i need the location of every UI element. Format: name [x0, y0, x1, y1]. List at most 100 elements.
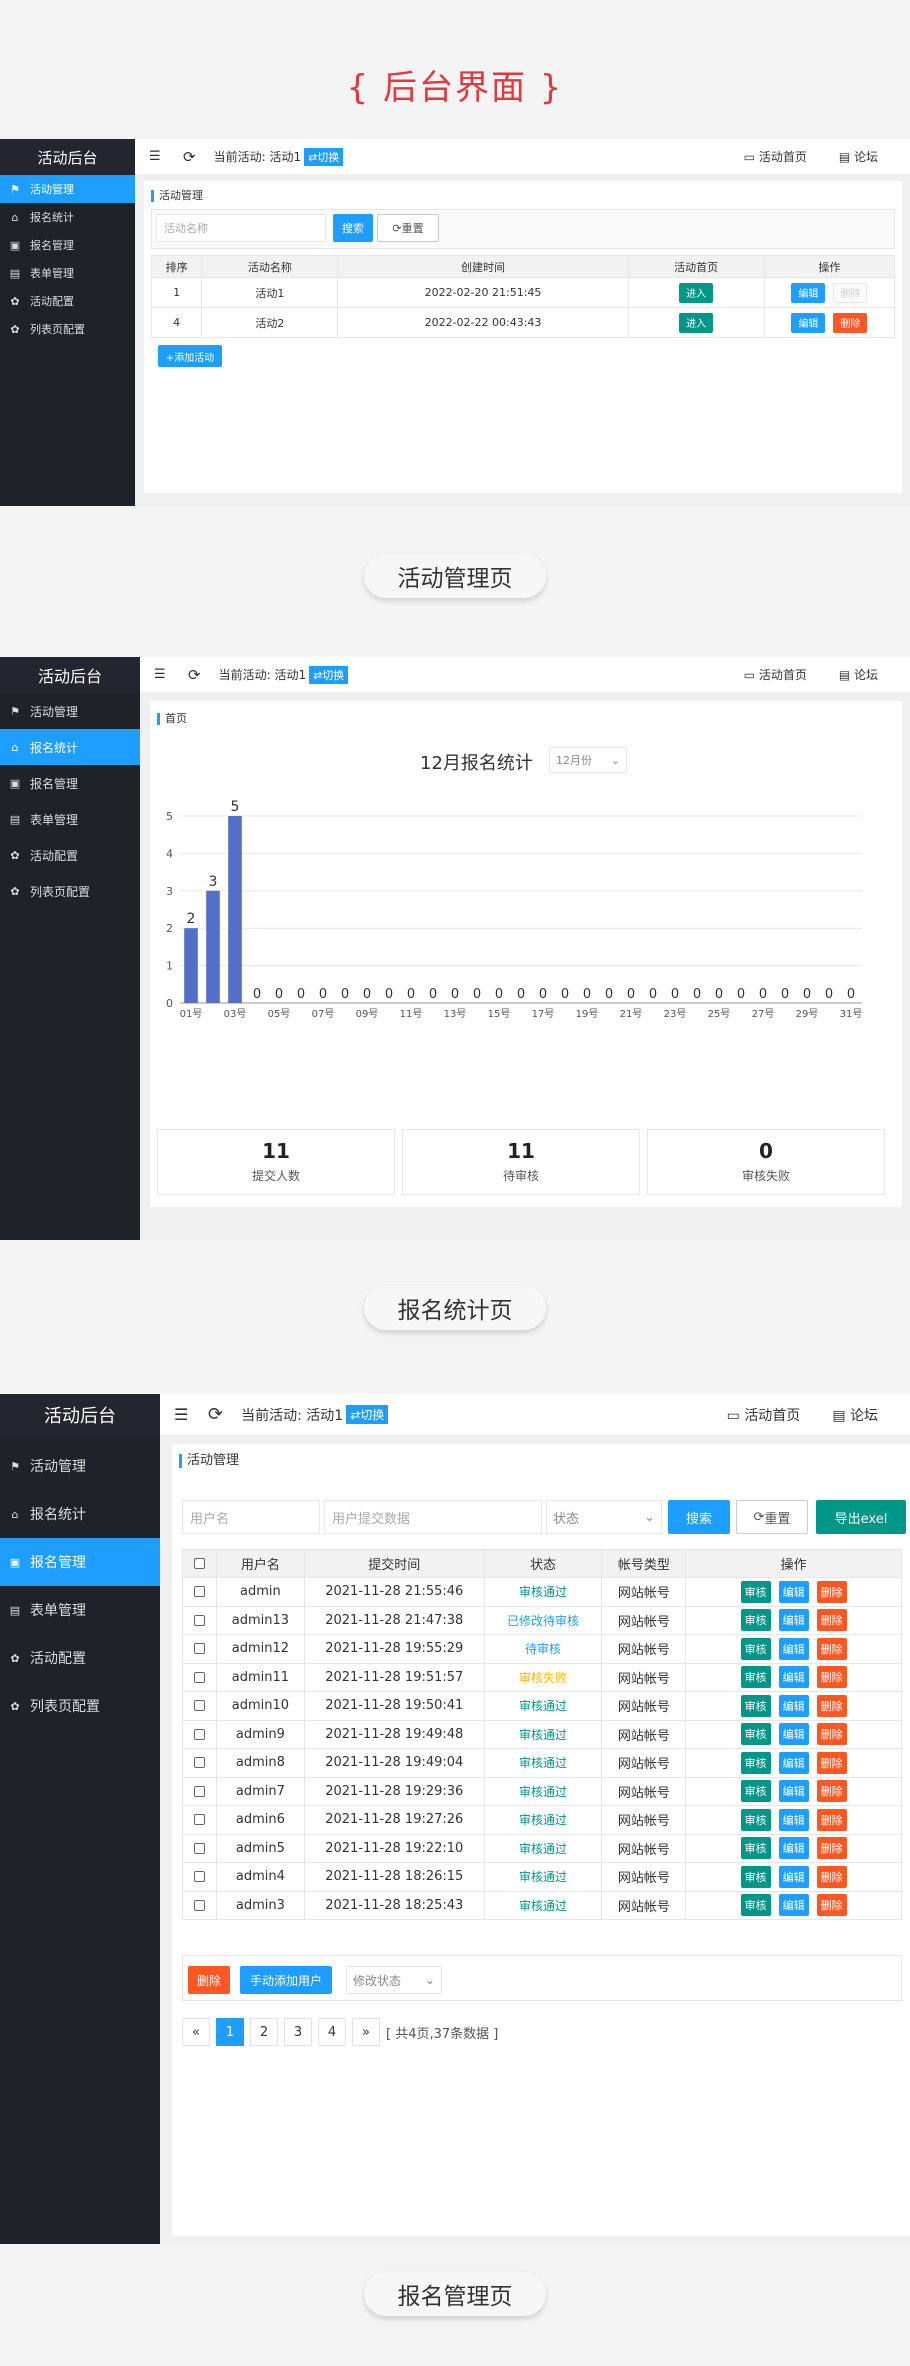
search-button[interactable]: 搜索 [333, 214, 373, 242]
sidebar-item-3[interactable]: ▤ 表单管理 [0, 259, 135, 287]
audit-button[interactable]: 审核 [740, 1666, 771, 1689]
page-button-2[interactable]: 2 [250, 2018, 278, 2046]
switch-button[interactable]: ⇄切换 [346, 1405, 389, 1424]
activity-home-link[interactable]: ▭ 活动首页 [727, 1405, 817, 1425]
add-activity-button[interactable]: +添加活动 [158, 345, 222, 367]
audit-button[interactable]: 审核 [740, 1837, 771, 1860]
refresh-icon[interactable]: ⟳ [208, 1404, 223, 1425]
activity-home-link[interactable]: ▭ 活动首页 [744, 148, 823, 165]
row-checkbox[interactable] [193, 1614, 205, 1626]
edit-button[interactable]: 编辑 [791, 312, 826, 333]
page-button-1[interactable]: 1 [216, 2018, 244, 2046]
audit-button[interactable]: 审核 [740, 1637, 771, 1660]
refresh-icon[interactable]: ⟳ [183, 148, 196, 166]
page-button-4[interactable]: 4 [318, 2018, 346, 2046]
prev-page-button[interactable]: « [182, 2018, 210, 2046]
delete-button[interactable]: 删除 [816, 1580, 847, 1603]
edit-button[interactable]: 编辑 [778, 1751, 809, 1774]
edit-button[interactable]: 编辑 [778, 1609, 809, 1632]
edit-button[interactable]: 编辑 [778, 1666, 809, 1689]
delete-button[interactable]: 删除 [816, 1751, 847, 1774]
sidebar-item-2[interactable]: ▣ 报名管理 [0, 231, 135, 259]
switch-button[interactable]: ⇄切换 [309, 665, 349, 684]
row-checkbox[interactable] [193, 1728, 205, 1740]
delete-button[interactable]: 删除 [816, 1837, 847, 1860]
audit-button[interactable]: 审核 [740, 1609, 771, 1632]
row-checkbox[interactable] [193, 1671, 205, 1683]
forum-link[interactable]: ▤ 论坛 [839, 666, 894, 683]
select-all-checkbox[interactable] [193, 1558, 205, 1569]
audit-button[interactable]: 审核 [740, 1723, 771, 1746]
edit-button[interactable]: 编辑 [778, 1894, 809, 1917]
sidebar-item-5[interactable]: ✿ 列表页配置 [0, 315, 135, 343]
audit-button[interactable]: 审核 [740, 1894, 771, 1917]
audit-button[interactable]: 审核 [740, 1808, 771, 1831]
sidebar-item-2[interactable]: ▣ 报名管理 [0, 1538, 160, 1586]
sidebar-item-0[interactable]: ⚑ 活动管理 [0, 693, 140, 729]
audit-button[interactable]: 审核 [740, 1865, 771, 1888]
sidebar-item-1[interactable]: ⌂ 报名统计 [0, 729, 140, 765]
delete-button[interactable]: 删除 [816, 1894, 847, 1917]
sidebar-item-3[interactable]: ▤ 表单管理 [0, 1586, 160, 1634]
activity-home-link[interactable]: ▭ 活动首页 [744, 666, 823, 683]
bulk-delete-button[interactable]: 删除 [188, 1966, 230, 1994]
edit-button[interactable]: 编辑 [778, 1580, 809, 1603]
status-select[interactable]: 状态 ⌄ [546, 1500, 662, 1534]
edit-button[interactable]: 编辑 [778, 1694, 809, 1717]
next-page-button[interactable]: » [352, 2018, 380, 2046]
month-select[interactable]: 12月份 ⌄ [549, 747, 627, 773]
menu-toggle-icon[interactable]: ☰ [154, 667, 168, 682]
delete-button[interactable]: 删除 [833, 312, 868, 333]
user-data-input[interactable]: 用户提交数据 [324, 1500, 542, 1534]
edit-button[interactable]: 编辑 [778, 1837, 809, 1860]
audit-button[interactable]: 审核 [740, 1780, 771, 1803]
audit-button[interactable]: 审核 [740, 1751, 771, 1774]
delete-button[interactable]: 删除 [816, 1694, 847, 1717]
menu-toggle-icon[interactable]: ☰ [174, 1405, 188, 1424]
menu-toggle-icon[interactable]: ☰ [149, 149, 163, 164]
row-checkbox[interactable] [193, 1871, 205, 1883]
reset-button[interactable]: ⟳ 重置 [736, 1500, 808, 1534]
sidebar-item-5[interactable]: ✿ 列表页配置 [0, 1682, 160, 1730]
row-checkbox[interactable] [193, 1785, 205, 1797]
row-checkbox[interactable] [193, 1700, 205, 1712]
sidebar-item-5[interactable]: ✿ 列表页配置 [0, 873, 140, 909]
edit-button[interactable]: 编辑 [778, 1808, 809, 1831]
sidebar-item-0[interactable]: ⚑ 活动管理 [0, 175, 135, 203]
reset-button[interactable]: ⟳ 重置 [377, 214, 439, 242]
switch-button[interactable]: ⇄切换 [304, 147, 344, 166]
username-input[interactable]: 用户名 [182, 1500, 320, 1534]
manual-add-user-button[interactable]: 手动添加用户 [240, 1966, 332, 1994]
row-checkbox[interactable] [193, 1586, 205, 1598]
row-checkbox[interactable] [193, 1899, 205, 1911]
enter-button[interactable]: 进入 [679, 312, 714, 333]
sidebar-item-1[interactable]: ⌂ 报名统计 [0, 203, 135, 231]
edit-button[interactable]: 编辑 [778, 1780, 809, 1803]
sidebar-item-4[interactable]: ✿ 活动配置 [0, 837, 140, 873]
export-button[interactable]: 导出exel [816, 1500, 906, 1534]
row-checkbox[interactable] [193, 1814, 205, 1826]
enter-button[interactable]: 进入 [679, 282, 714, 303]
delete-button[interactable]: 删除 [816, 1609, 847, 1632]
delete-button[interactable]: 删除 [816, 1865, 847, 1888]
sidebar-item-4[interactable]: ✿ 活动配置 [0, 287, 135, 315]
row-checkbox[interactable] [193, 1842, 205, 1854]
delete-button[interactable]: 删除 [816, 1666, 847, 1689]
edit-button[interactable]: 编辑 [778, 1723, 809, 1746]
search-button[interactable]: 搜索 [668, 1500, 730, 1534]
delete-button[interactable]: 删除 [816, 1723, 847, 1746]
sidebar-item-2[interactable]: ▣ 报名管理 [0, 765, 140, 801]
forum-link[interactable]: ▤ 论坛 [832, 1405, 894, 1425]
delete-button[interactable]: 删除 [816, 1637, 847, 1660]
sidebar-item-0[interactable]: ⚑ 活动管理 [0, 1442, 160, 1490]
delete-button[interactable]: 删除 [816, 1780, 847, 1803]
sidebar-item-1[interactable]: ⌂ 报名统计 [0, 1490, 160, 1538]
edit-button[interactable]: 编辑 [791, 282, 826, 303]
page-button-3[interactable]: 3 [284, 2018, 312, 2046]
edit-button[interactable]: 编辑 [778, 1637, 809, 1660]
row-checkbox[interactable] [193, 1643, 205, 1655]
forum-link[interactable]: ▤ 论坛 [839, 148, 894, 165]
delete-button[interactable]: 删除 [816, 1808, 847, 1831]
edit-button[interactable]: 编辑 [778, 1865, 809, 1888]
sidebar-item-4[interactable]: ✿ 活动配置 [0, 1634, 160, 1682]
